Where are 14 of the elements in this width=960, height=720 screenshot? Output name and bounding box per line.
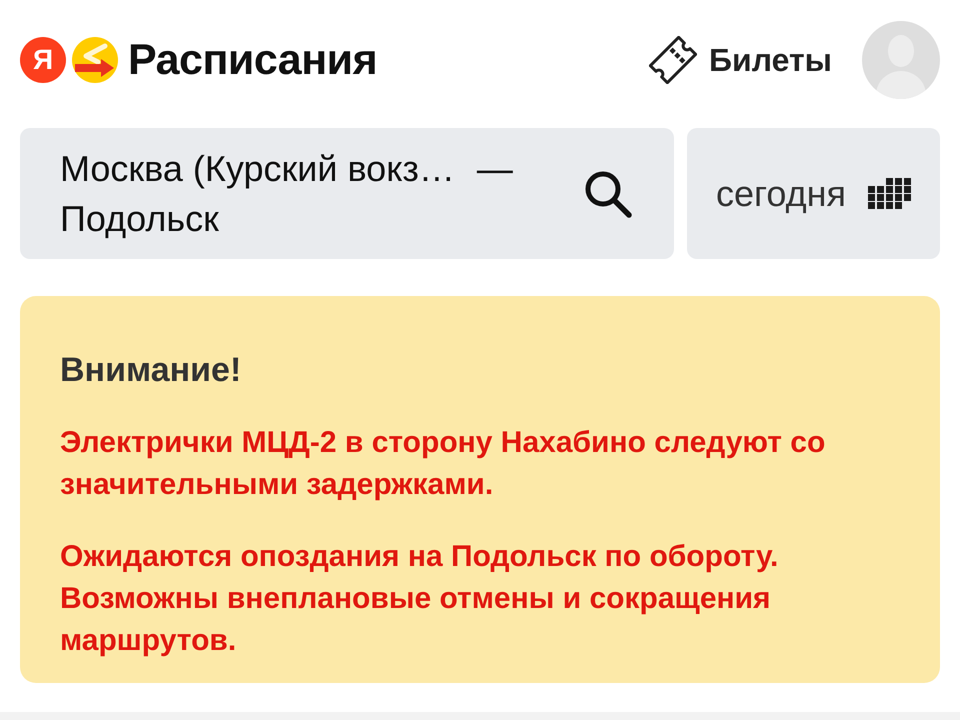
date-button[interactable]: сегодня xyxy=(687,128,940,259)
ticket-icon xyxy=(649,36,698,84)
route-dash-text: — xyxy=(476,146,513,190)
yandex-logo[interactable]: Я xyxy=(20,37,66,83)
alert-message-text: Ожидаются опоздания на Подольск по обороту. Возможны внеплановые отмены и сокращения маршрутов. xyxy=(60,539,780,659)
alert-message-text: Электрички МЦД-2 в сторону Нахабино следуют со значительными задержками. xyxy=(60,425,826,503)
route-search-field[interactable]: Москва (Курский вокз… — Подольск xyxy=(20,128,674,259)
calendar-grid-icon xyxy=(868,178,911,209)
service-title: Расписания xyxy=(128,34,378,86)
arrows-circle-logo-icon xyxy=(72,37,118,83)
arrival-station-text: Подольск xyxy=(60,196,220,240)
departure-station-text: Москва (Курский вокз… xyxy=(60,146,455,190)
alert-title-text: Внимание! xyxy=(60,350,242,390)
tickets-link[interactable]: Билеты xyxy=(649,36,832,84)
